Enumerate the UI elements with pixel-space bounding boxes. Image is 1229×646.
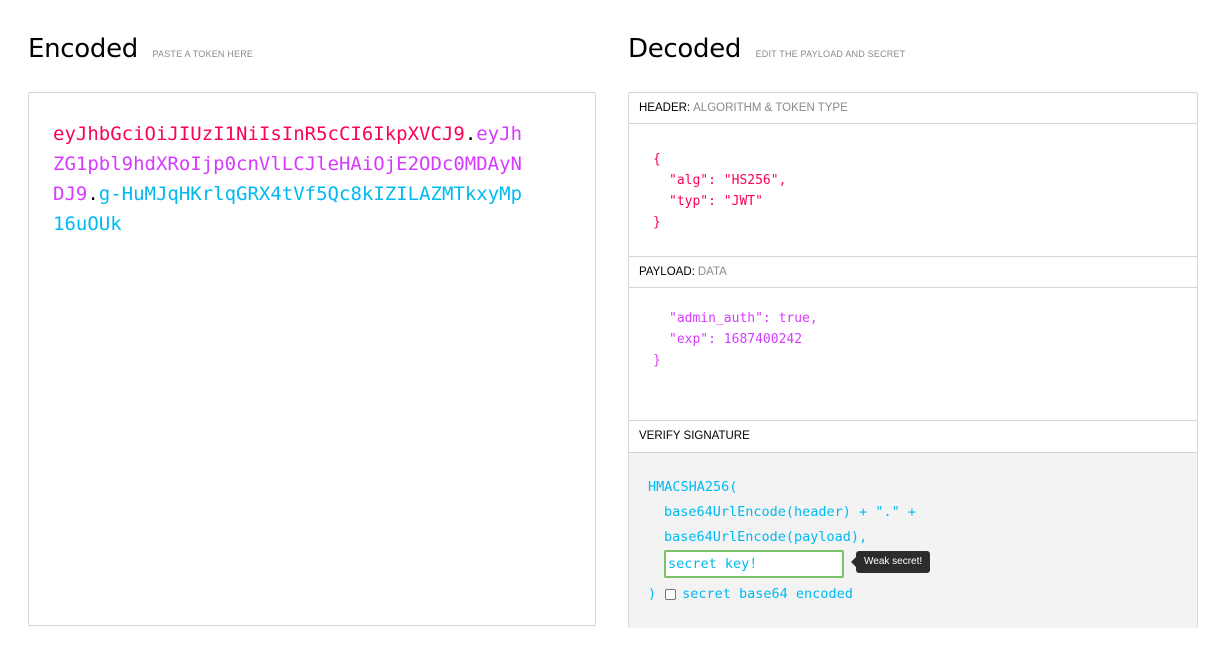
encoded-heading-row: Encoded PASTE A TOKEN HERE — [28, 34, 253, 64]
token-text[interactable]: eyJhbGciOiJIUzI1NiIsInR5cCI6IkpXVCJ9.eyJ… — [53, 119, 523, 239]
code-line: } — [653, 215, 661, 230]
hmac-arg-payload: base64UrlEncode(payload), — [664, 529, 868, 545]
decoded-heading-row: Decoded EDIT THE PAYLOAD AND SECRET — [628, 34, 905, 64]
code-line: "alg": "HS256", — [669, 173, 787, 188]
header-json-editor[interactable]: { "alg": "HS256", "typ": "JWT" } — [629, 124, 1197, 257]
header-section-label: HEADER: — [639, 102, 691, 114]
base64-label[interactable]: secret base64 encoded — [682, 582, 853, 607]
base64-checkbox[interactable] — [665, 588, 677, 600]
code-line: "typ": "JWT" — [669, 194, 763, 209]
code-line: { — [653, 152, 661, 167]
encoded-title: Encoded — [28, 34, 139, 64]
payload-section-title: PAYLOAD: DATA — [629, 257, 1197, 288]
secret-row: Weak secret! — [648, 550, 1178, 581]
decoded-box: HEADER: ALGORITHM & TOKEN TYPE { "alg": "… — [628, 92, 1198, 628]
verify-signature-body: HMACSHA256( base64UrlEncode(header) + ".… — [629, 452, 1197, 628]
decoded-subtitle: EDIT THE PAYLOAD AND SECRET — [755, 49, 906, 59]
payload-section-desc: DATA — [697, 266, 727, 278]
token-input-area[interactable]: eyJhbGciOiJIUzI1NiIsInR5cCI6IkpXVCJ9.eyJ… — [28, 92, 596, 626]
encoded-subtitle: PASTE A TOKEN HERE — [152, 49, 254, 59]
code-line: "admin_auth": true, — [669, 311, 818, 326]
payload-json-editor[interactable]: "admin_auth": true, "exp": 1687400242 } — [629, 288, 1197, 421]
token-dot: . — [464, 123, 477, 145]
payload-section-label: PAYLOAD: — [639, 266, 695, 278]
decoded-title: Decoded — [628, 34, 742, 64]
token-header-part: eyJhbGciOiJIUzI1NiIsInR5cCI6IkpXVCJ9 — [53, 123, 465, 145]
base64-option-row: ) secret base64 encoded — [648, 581, 1178, 607]
header-section-desc: ALGORITHM & TOKEN TYPE — [693, 102, 848, 114]
code-line: "exp": 1687400242 — [669, 332, 803, 347]
token-dot: . — [87, 183, 99, 205]
code-line: } — [653, 353, 661, 368]
verify-section-title: VERIFY SIGNATURE — [629, 421, 1197, 452]
header-section-title: HEADER: ALGORITHM & TOKEN TYPE — [629, 93, 1197, 124]
verify-section-label: VERIFY SIGNATURE — [639, 430, 750, 442]
secret-key-input[interactable] — [664, 550, 844, 578]
hmac-function-close: ) — [648, 585, 657, 602]
hmac-function-open: HMACSHA256( — [648, 479, 738, 495]
hmac-arg-header: base64UrlEncode(header) + "." + — [664, 504, 916, 520]
weak-secret-tooltip: Weak secret! — [850, 551, 931, 573]
token-signature-part: g-HuMJqHKrlqGRX4tVf5Qc8kIZILAZMTkxyMp16u… — [53, 183, 523, 235]
